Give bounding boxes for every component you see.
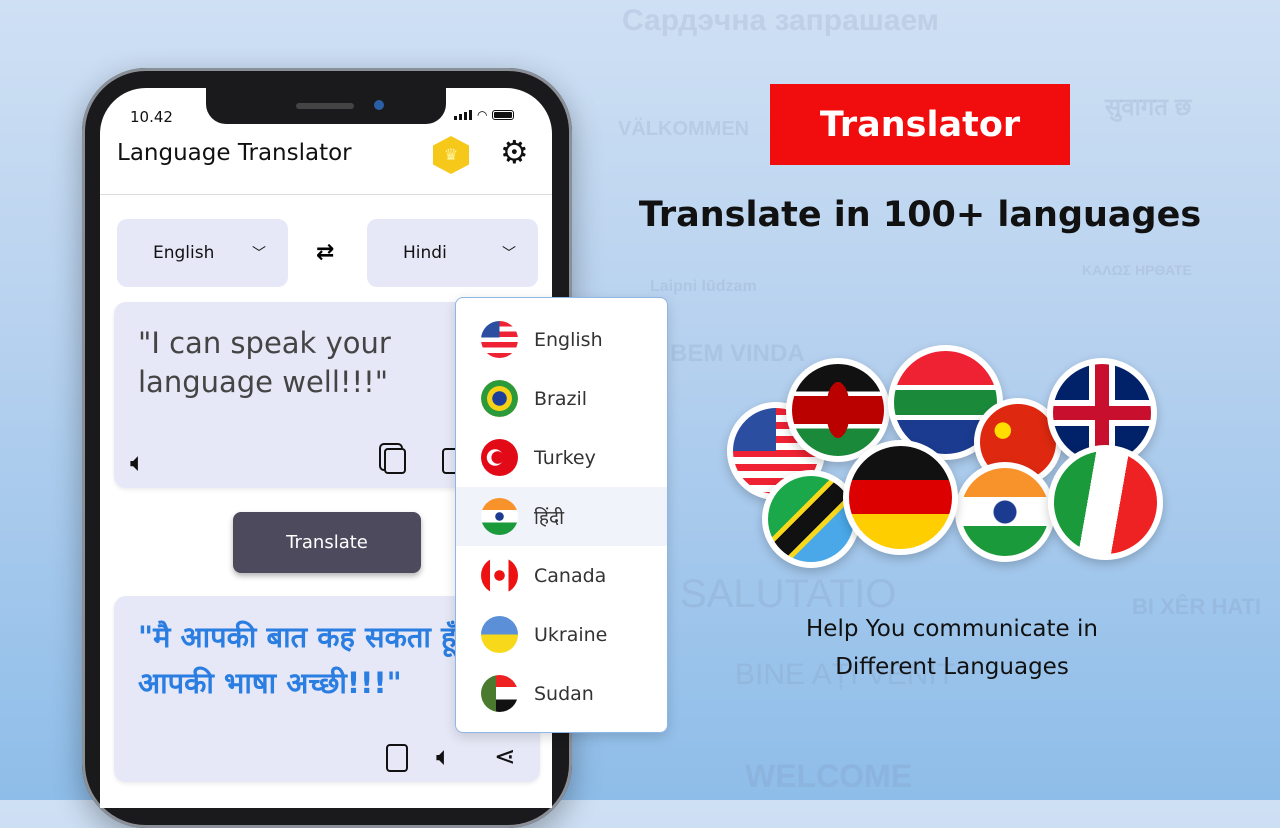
india-flag-icon [955, 462, 1055, 562]
option-label: Turkey [534, 446, 596, 469]
share-icon[interactable]: ⋖ [494, 742, 516, 772]
translate-button[interactable]: Translate [233, 512, 421, 573]
target-language-label: Hindi [403, 243, 447, 263]
wifi-icon: ◠ [477, 108, 488, 122]
chevron-down-icon: ﹀ [252, 246, 266, 262]
subtitle-line: Different Languages [835, 654, 1069, 680]
status-icons: ◠ [454, 108, 515, 122]
option-label: हिंदी [534, 506, 565, 529]
dropdown-option-brazil[interactable]: Brazil [456, 369, 667, 428]
turkey-flag-icon [481, 439, 518, 476]
ukraine-flag-icon [481, 616, 518, 653]
chevron-down-icon: ﹀ [502, 246, 516, 262]
bg-word: WELCOME [745, 758, 913, 794]
promo-subtitle: Help You communicate in Different Langua… [752, 610, 1152, 686]
dropdown-option-hindi[interactable]: हिंदी [456, 487, 667, 546]
option-label: Ukraine [534, 623, 608, 646]
bg-word: VÄLKOMMEN [618, 118, 750, 140]
subtitle-line: Help You communicate in [806, 616, 1098, 642]
bg-word: सुवागत छ [1105, 94, 1192, 121]
sudan-flag-icon [481, 675, 518, 712]
app-title: Language Translator [117, 140, 352, 166]
camera-icon [374, 100, 384, 110]
copy-icon[interactable] [384, 448, 406, 474]
dropdown-option-turkey[interactable]: Turkey [456, 428, 667, 487]
brazil-flag-icon [481, 380, 518, 417]
speaker-icon[interactable]: 🔈︎ [130, 448, 146, 479]
signal-icon [454, 110, 472, 120]
promo-headline: Translate in 100+ languages [638, 195, 1202, 235]
option-label: English [534, 328, 603, 351]
india-flag-icon [481, 498, 518, 535]
promo-banner: Translator [770, 84, 1070, 165]
divider [100, 194, 552, 195]
copy-icon[interactable] [386, 744, 408, 772]
language-dropdown: English Brazil Turkey हिंदी Canada Ukrai… [455, 297, 668, 733]
italy-flag-icon [1048, 445, 1163, 560]
canada-flag-icon [481, 557, 518, 594]
germany-flag-icon [843, 440, 958, 555]
dropdown-option-ukraine[interactable]: Ukraine [456, 605, 667, 664]
swap-arrows-icon[interactable]: ⇄ [316, 240, 334, 265]
bg-word: KAΛΩΣ ΗΡΘΑΤΕ [1082, 262, 1192, 278]
source-text[interactable]: "I can speak your language well!!!" [138, 324, 438, 402]
bg-word: BEM VINDA [670, 340, 805, 367]
gear-icon[interactable]: ⚙ [500, 136, 529, 168]
phone-notch [206, 88, 446, 124]
dropdown-option-sudan[interactable]: Sudan [456, 664, 667, 723]
speaker-icon[interactable]: 🔈︎ [436, 742, 452, 773]
option-label: Brazil [534, 387, 588, 410]
option-label: Sudan [534, 682, 594, 705]
dropdown-option-english[interactable]: English [456, 310, 667, 369]
source-language-label: English [153, 243, 215, 263]
bg-word: Сардэчна запрашаем [622, 4, 939, 37]
target-language-select[interactable]: Hindi ﹀ [367, 219, 538, 287]
status-time: 10.42 [130, 108, 173, 126]
bg-word: Laipni lūdzam [650, 278, 757, 295]
option-label: Canada [534, 564, 607, 587]
dropdown-option-canada[interactable]: Canada [456, 546, 667, 605]
usa-flag-icon [481, 321, 518, 358]
battery-icon [492, 110, 515, 120]
source-language-select[interactable]: English ﹀ [117, 219, 288, 287]
